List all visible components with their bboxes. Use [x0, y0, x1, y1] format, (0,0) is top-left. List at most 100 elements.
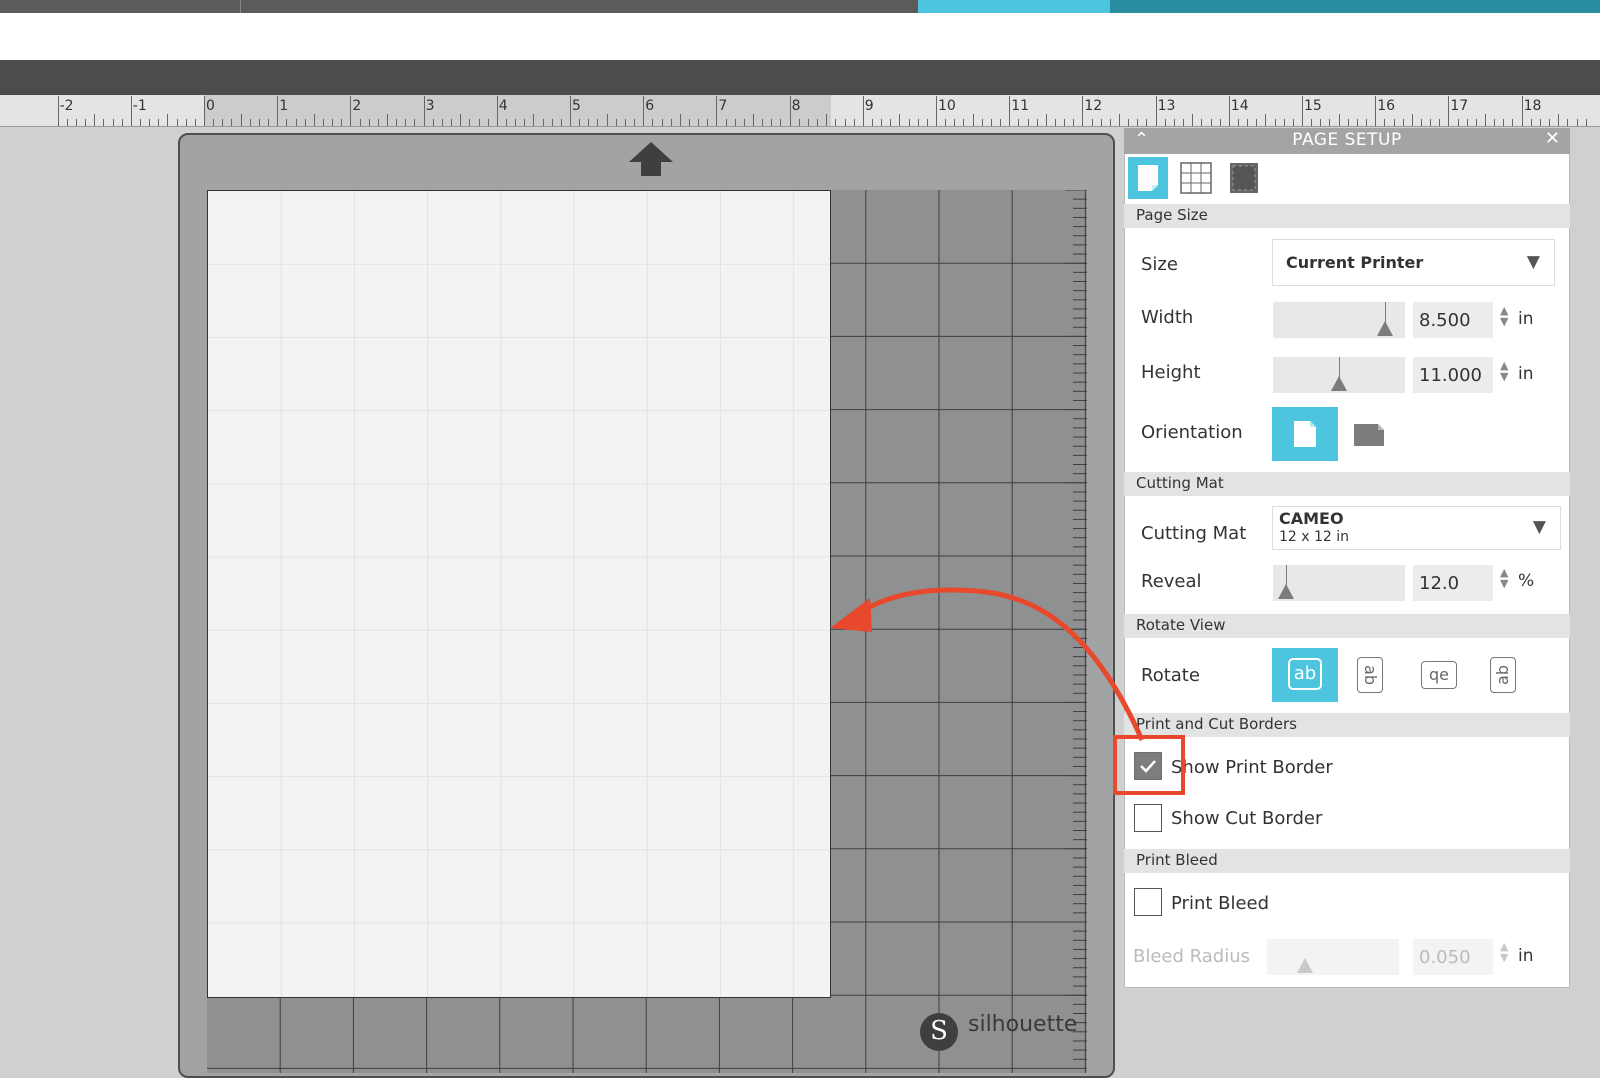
ruler-tick [771, 119, 773, 126]
height-input[interactable]: 11.000 [1413, 357, 1493, 393]
ruler-tick [222, 119, 224, 126]
ruler-tick [1027, 119, 1029, 126]
ruler-tick [487, 119, 489, 126]
ruler-tick [387, 114, 388, 126]
reveal-input[interactable]: 12.0 [1413, 565, 1493, 601]
close-icon[interactable]: ✕ [1545, 128, 1560, 149]
ruler-tick [441, 119, 443, 126]
ruler-tick [432, 119, 434, 126]
ruler-label: 3 [425, 98, 435, 114]
show-cut-border-label[interactable]: Show Cut Border [1171, 808, 1322, 829]
ruler-tick [542, 119, 544, 126]
tab-grid[interactable] [1176, 157, 1216, 199]
ruler-tick [1183, 119, 1185, 126]
ruler-tick [981, 119, 983, 126]
tab-background[interactable] [1224, 157, 1264, 199]
silhouette-logo-icon: S [920, 1013, 958, 1051]
bleed-radius-stepper[interactable]: ▲ ▼ [1500, 941, 1508, 963]
orientation-portrait-button[interactable] [1272, 407, 1338, 461]
ruler-tick [1228, 96, 1230, 126]
ruler-tick [670, 119, 672, 126]
ruler-tick [716, 96, 718, 126]
bleed-radius-slider[interactable] [1267, 939, 1399, 975]
ruler-tick [862, 96, 864, 126]
ruler-tick [753, 114, 754, 126]
ruler-tick [890, 119, 892, 126]
ruler-tick [1567, 119, 1569, 126]
rotate-90-button[interactable]: ab [1357, 657, 1383, 693]
ruler-tick [75, 119, 77, 126]
rotate-0-button[interactable]: ab [1272, 648, 1338, 702]
show-cut-border-checkbox[interactable] [1134, 804, 1162, 832]
panel-title: PAGE SETUP [1292, 130, 1402, 150]
ruler-tick [1018, 119, 1020, 126]
ruler-tick [707, 119, 709, 126]
ruler-tick [1485, 114, 1486, 126]
ruler-label: 6 [645, 98, 655, 114]
ruler-tick [798, 119, 800, 126]
print-bleed-checkbox[interactable] [1134, 888, 1162, 916]
height-stepper[interactable]: ▲ ▼ [1500, 360, 1508, 382]
ruler-tick [1036, 119, 1038, 126]
ruler-tick [304, 119, 306, 126]
ruler-tick [295, 119, 297, 126]
ruler-tick [194, 119, 196, 126]
ruler-tick [130, 96, 132, 126]
tab-design[interactable] [918, 0, 1110, 13]
ruler-tick [268, 119, 270, 126]
ruler-tick [286, 119, 288, 126]
ruler-tick [1558, 114, 1560, 126]
cutting-mat-dropdown[interactable]: CAMEO 12 x 12 in ▼ [1272, 506, 1561, 550]
ruler-tick [313, 114, 315, 126]
width-slider[interactable] [1273, 302, 1405, 338]
ruler-tick [1430, 119, 1432, 126]
ruler-tick [167, 114, 169, 126]
ruler-tick [725, 119, 727, 126]
silhouette-brand-text: silhouette [968, 1012, 1078, 1037]
width-input[interactable]: 8.500 [1413, 302, 1493, 338]
ruler-tick [908, 119, 910, 126]
ruler-tick [1073, 119, 1075, 126]
ruler-tick [359, 119, 361, 126]
ruler-tick [844, 119, 846, 126]
tab-page-setup[interactable] [1128, 157, 1168, 199]
ruler-tick [990, 119, 992, 126]
reveal-unit: % [1518, 571, 1535, 591]
chevron-down-icon: ▼ [1532, 517, 1546, 537]
show-print-border-label[interactable]: Show Print Border [1171, 757, 1333, 778]
ruler-tick [579, 119, 581, 126]
ruler-tick [780, 119, 782, 126]
height-slider[interactable] [1273, 357, 1405, 393]
section-print-bleed: Print Bleed [1124, 849, 1570, 873]
ruler-tick [807, 119, 809, 126]
ruler-tick [835, 119, 837, 126]
reveal-slider[interactable] [1273, 565, 1405, 601]
width-stepper[interactable]: ▲ ▼ [1500, 305, 1508, 327]
ruler-tick [460, 114, 462, 126]
ruler-tick [1585, 119, 1587, 126]
rotate-270-button[interactable]: ab [1490, 657, 1516, 693]
page-icon [1138, 165, 1158, 191]
rotate-180-button[interactable]: qe [1421, 661, 1457, 689]
ruler-tick [1064, 119, 1066, 126]
reveal-stepper[interactable]: ▲ ▼ [1500, 567, 1508, 589]
grid-icon [1180, 162, 1212, 194]
ruler-tick [1512, 119, 1514, 126]
print-bleed-label[interactable]: Print Bleed [1171, 893, 1269, 914]
ruler-tick [423, 96, 425, 126]
section-rotate-view: Rotate View [1124, 614, 1570, 638]
height-unit: in [1518, 364, 1534, 384]
page-grid-lines [208, 191, 830, 997]
chevron-down-icon: ▼ [1526, 252, 1540, 272]
ruler-tick [368, 119, 370, 126]
ruler-tick [451, 119, 453, 126]
size-dropdown[interactable]: Current Printer ▼ [1272, 239, 1555, 286]
orientation-landscape-button[interactable] [1350, 416, 1390, 452]
ruler-tick [1237, 119, 1239, 126]
mat-feed-arrow-icon [629, 142, 673, 176]
page-setup-header: ⌃ PAGE SETUP ✕ [1124, 128, 1570, 154]
tab-store[interactable] [1110, 0, 1600, 13]
ruler-label: 16 [1377, 98, 1396, 114]
ruler-tick [185, 119, 187, 126]
bleed-radius-input[interactable]: 0.050 [1413, 939, 1493, 975]
